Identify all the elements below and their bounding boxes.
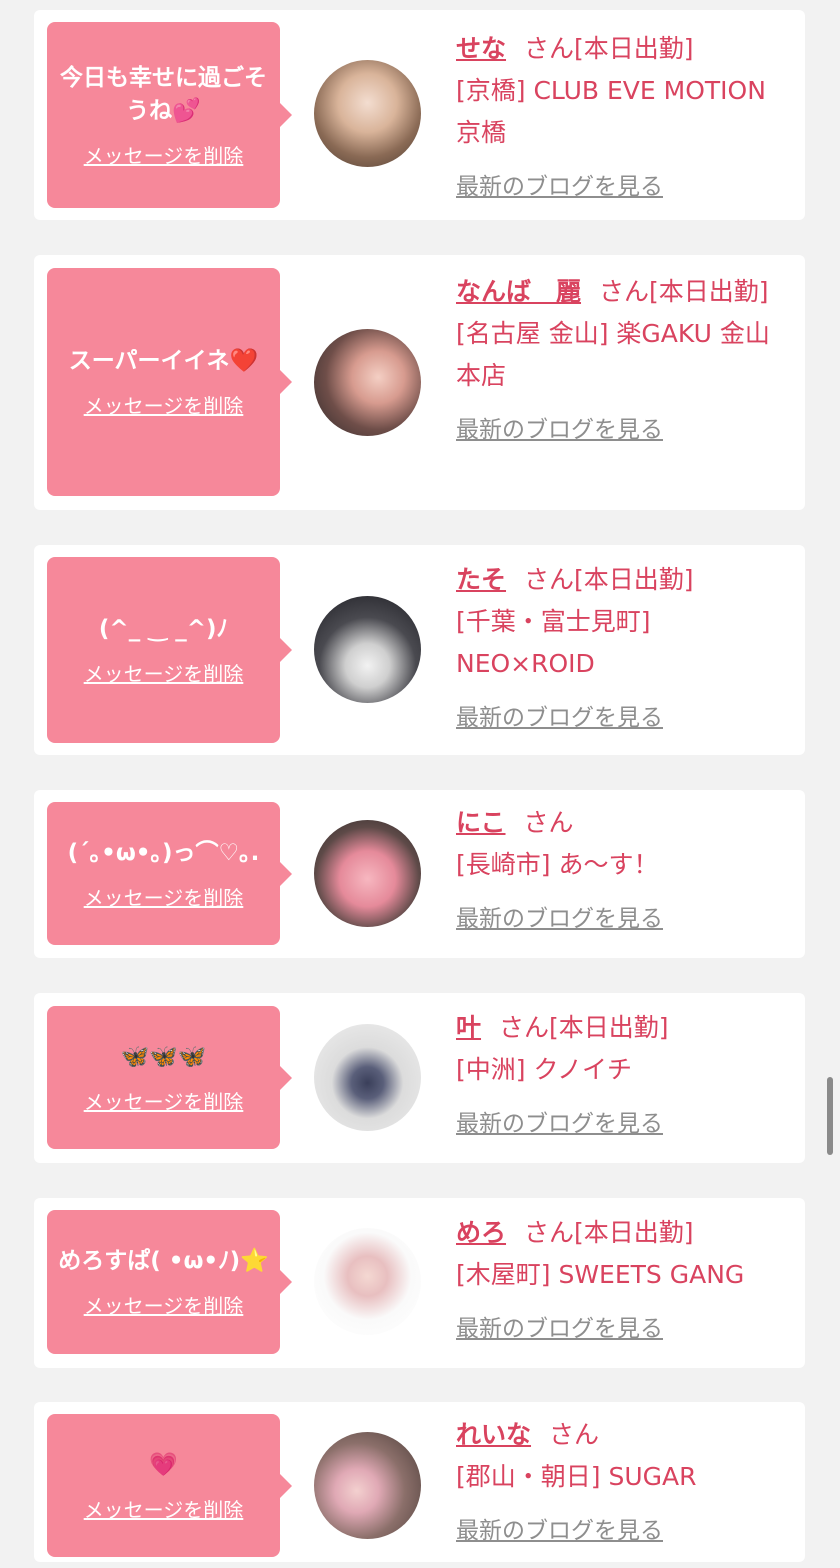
delete-message-link[interactable]: メッセージを削除 (84, 140, 244, 169)
avatar[interactable] (314, 596, 421, 703)
latest-blog-link[interactable]: 最新のブログを見る (456, 697, 663, 739)
profile-name-link[interactable]: めろ (456, 1218, 506, 1247)
message-card: スーパーイイネ❤️ メッセージを削除 なんば 麗さん[本日出勤] [名古屋 金山… (34, 255, 805, 510)
message-text: (´｡•ω•｡)っ⌒♡｡. (67, 839, 260, 866)
profile-info: 叶さん[本日出勤] [中洲] クノイチ 最新のブログを見る (456, 1007, 789, 1145)
message-card: 今日も幸せに過ごそうね💕 メッセージを削除 せな さん[本日出勤] [京橋] CL… (34, 10, 805, 220)
latest-blog-link[interactable]: 最新のブログを見る (456, 1103, 663, 1145)
status-badge: [本日出勤] (574, 565, 694, 594)
shop-location: [郡山・朝日] SUGAR (456, 1462, 697, 1491)
status-badge: [本日出勤] (549, 1013, 669, 1042)
avatar[interactable] (314, 820, 421, 927)
profile-name-link[interactable]: なんば 麗 (456, 277, 581, 306)
honorific: さん (549, 1420, 600, 1449)
latest-blog-link[interactable]: 最新のブログを見る (456, 166, 663, 208)
message-card: (^_ ‿ _^)ﾉ メッセージを削除 たそ さん[本日出勤] [千葉・富士見町]… (34, 545, 805, 755)
latest-blog-link[interactable]: 最新のブログを見る (456, 898, 663, 940)
shop-location: [長崎市] あ〜す！ (456, 850, 659, 879)
avatar[interactable] (314, 1432, 421, 1539)
honorific: さん (524, 1218, 575, 1247)
honorific: さん (523, 808, 574, 837)
latest-blog-link[interactable]: 最新のブログを見る (456, 409, 663, 451)
delete-message-link[interactable]: メッセージを削除 (84, 1086, 244, 1115)
delete-message-link[interactable]: メッセージを削除 (84, 390, 244, 419)
delete-message-link[interactable]: メッセージを削除 (84, 1494, 244, 1523)
delete-message-link[interactable]: メッセージを削除 (84, 882, 244, 911)
profile-name-link[interactable]: にこ (456, 808, 506, 837)
latest-blog-link[interactable]: 最新のブログを見る (456, 1308, 663, 1350)
status-badge: [本日出勤] (574, 1218, 694, 1247)
profile-name-link[interactable]: 叶 (456, 1013, 481, 1042)
avatar[interactable] (314, 1024, 421, 1131)
shop-location: [中洲] クノイチ (456, 1055, 632, 1084)
profile-info: たそ さん[本日出勤] [千葉・富士見町] NEO×ROID 最新のブログを見る (456, 559, 789, 739)
message-bubble: めろすぱ( •ω•ﾉ)⭐ メッセージを削除 (47, 1210, 292, 1354)
message-card: めろすぱ( •ω•ﾉ)⭐ メッセージを削除 めろ さん[本日出勤] [木屋町] S… (34, 1198, 805, 1368)
profile-name-link[interactable]: せな (456, 34, 506, 63)
delete-message-link[interactable]: メッセージを削除 (84, 658, 244, 687)
message-text: 💗 (149, 1451, 178, 1478)
profile-name-link[interactable]: れいな (456, 1420, 531, 1449)
shop-location: [名古屋 金山] 楽GAKU 金山本店 (456, 319, 770, 390)
profile-info: せな さん[本日出勤] [京橋] CLUB EVE MOTION 京橋 最新のブロ… (456, 28, 789, 208)
message-card: 🦋🦋🦋 メッセージを削除 叶さん[本日出勤] [中洲] クノイチ 最新のブログを… (34, 993, 805, 1163)
message-text: (^_ ‿ _^)ﾉ (98, 616, 229, 642)
honorific: さん (499, 1013, 550, 1042)
avatar[interactable] (314, 60, 421, 167)
message-bubble: 🦋🦋🦋 メッセージを削除 (47, 1006, 292, 1149)
message-bubble: 💗 メッセージを削除 (47, 1414, 292, 1557)
message-text: 🦋🦋🦋 (120, 1043, 207, 1070)
profile-name-link[interactable]: たそ (456, 565, 506, 594)
latest-blog-link[interactable]: 最新のブログを見る (456, 1510, 663, 1552)
message-bubble: (^_ ‿ _^)ﾉ メッセージを削除 (47, 557, 292, 743)
honorific: さん (524, 34, 575, 63)
message-card: (´｡•ω•｡)っ⌒♡｡. メッセージを削除 にこ さん [長崎市] あ〜す！ 最… (34, 790, 805, 958)
honorific: さん (599, 277, 650, 306)
profile-info: れいな さん [郡山・朝日] SUGAR 最新のブログを見る (456, 1414, 789, 1552)
profile-info: めろ さん[本日出勤] [木屋町] SWEETS GANG 最新のブログを見る (456, 1212, 789, 1350)
message-text: スーパーイイネ❤️ (68, 348, 259, 374)
avatar[interactable] (314, 329, 421, 436)
avatar[interactable] (314, 1228, 421, 1335)
shop-location: [木屋町] SWEETS GANG (456, 1260, 745, 1289)
status-badge: [本日出勤] (649, 277, 769, 306)
message-bubble: スーパーイイネ❤️ メッセージを削除 (47, 268, 292, 496)
delete-message-link[interactable]: メッセージを削除 (84, 1290, 244, 1319)
message-text: めろすぱ( •ω•ﾉ)⭐ (58, 1248, 269, 1274)
shop-location: [京橋] CLUB EVE MOTION 京橋 (456, 76, 766, 147)
message-bubble: 今日も幸せに過ごそうね💕 メッセージを削除 (47, 22, 292, 208)
shop-location: [千葉・富士見町] NEO×ROID (456, 607, 651, 678)
scrollbar[interactable] (827, 1077, 833, 1155)
message-text: 今日も幸せに過ごそうね💕 (60, 64, 267, 124)
profile-info: なんば 麗さん[本日出勤] [名古屋 金山] 楽GAKU 金山本店 最新のブログ… (456, 271, 789, 451)
honorific: さん (524, 565, 575, 594)
status-badge: [本日出勤] (574, 34, 694, 63)
profile-info: にこ さん [長崎市] あ〜す！ 最新のブログを見る (456, 802, 789, 940)
message-bubble: (´｡•ω•｡)っ⌒♡｡. メッセージを削除 (47, 802, 292, 945)
message-card: 💗 メッセージを削除 れいな さん [郡山・朝日] SUGAR 最新のブログを見る (34, 1402, 805, 1562)
